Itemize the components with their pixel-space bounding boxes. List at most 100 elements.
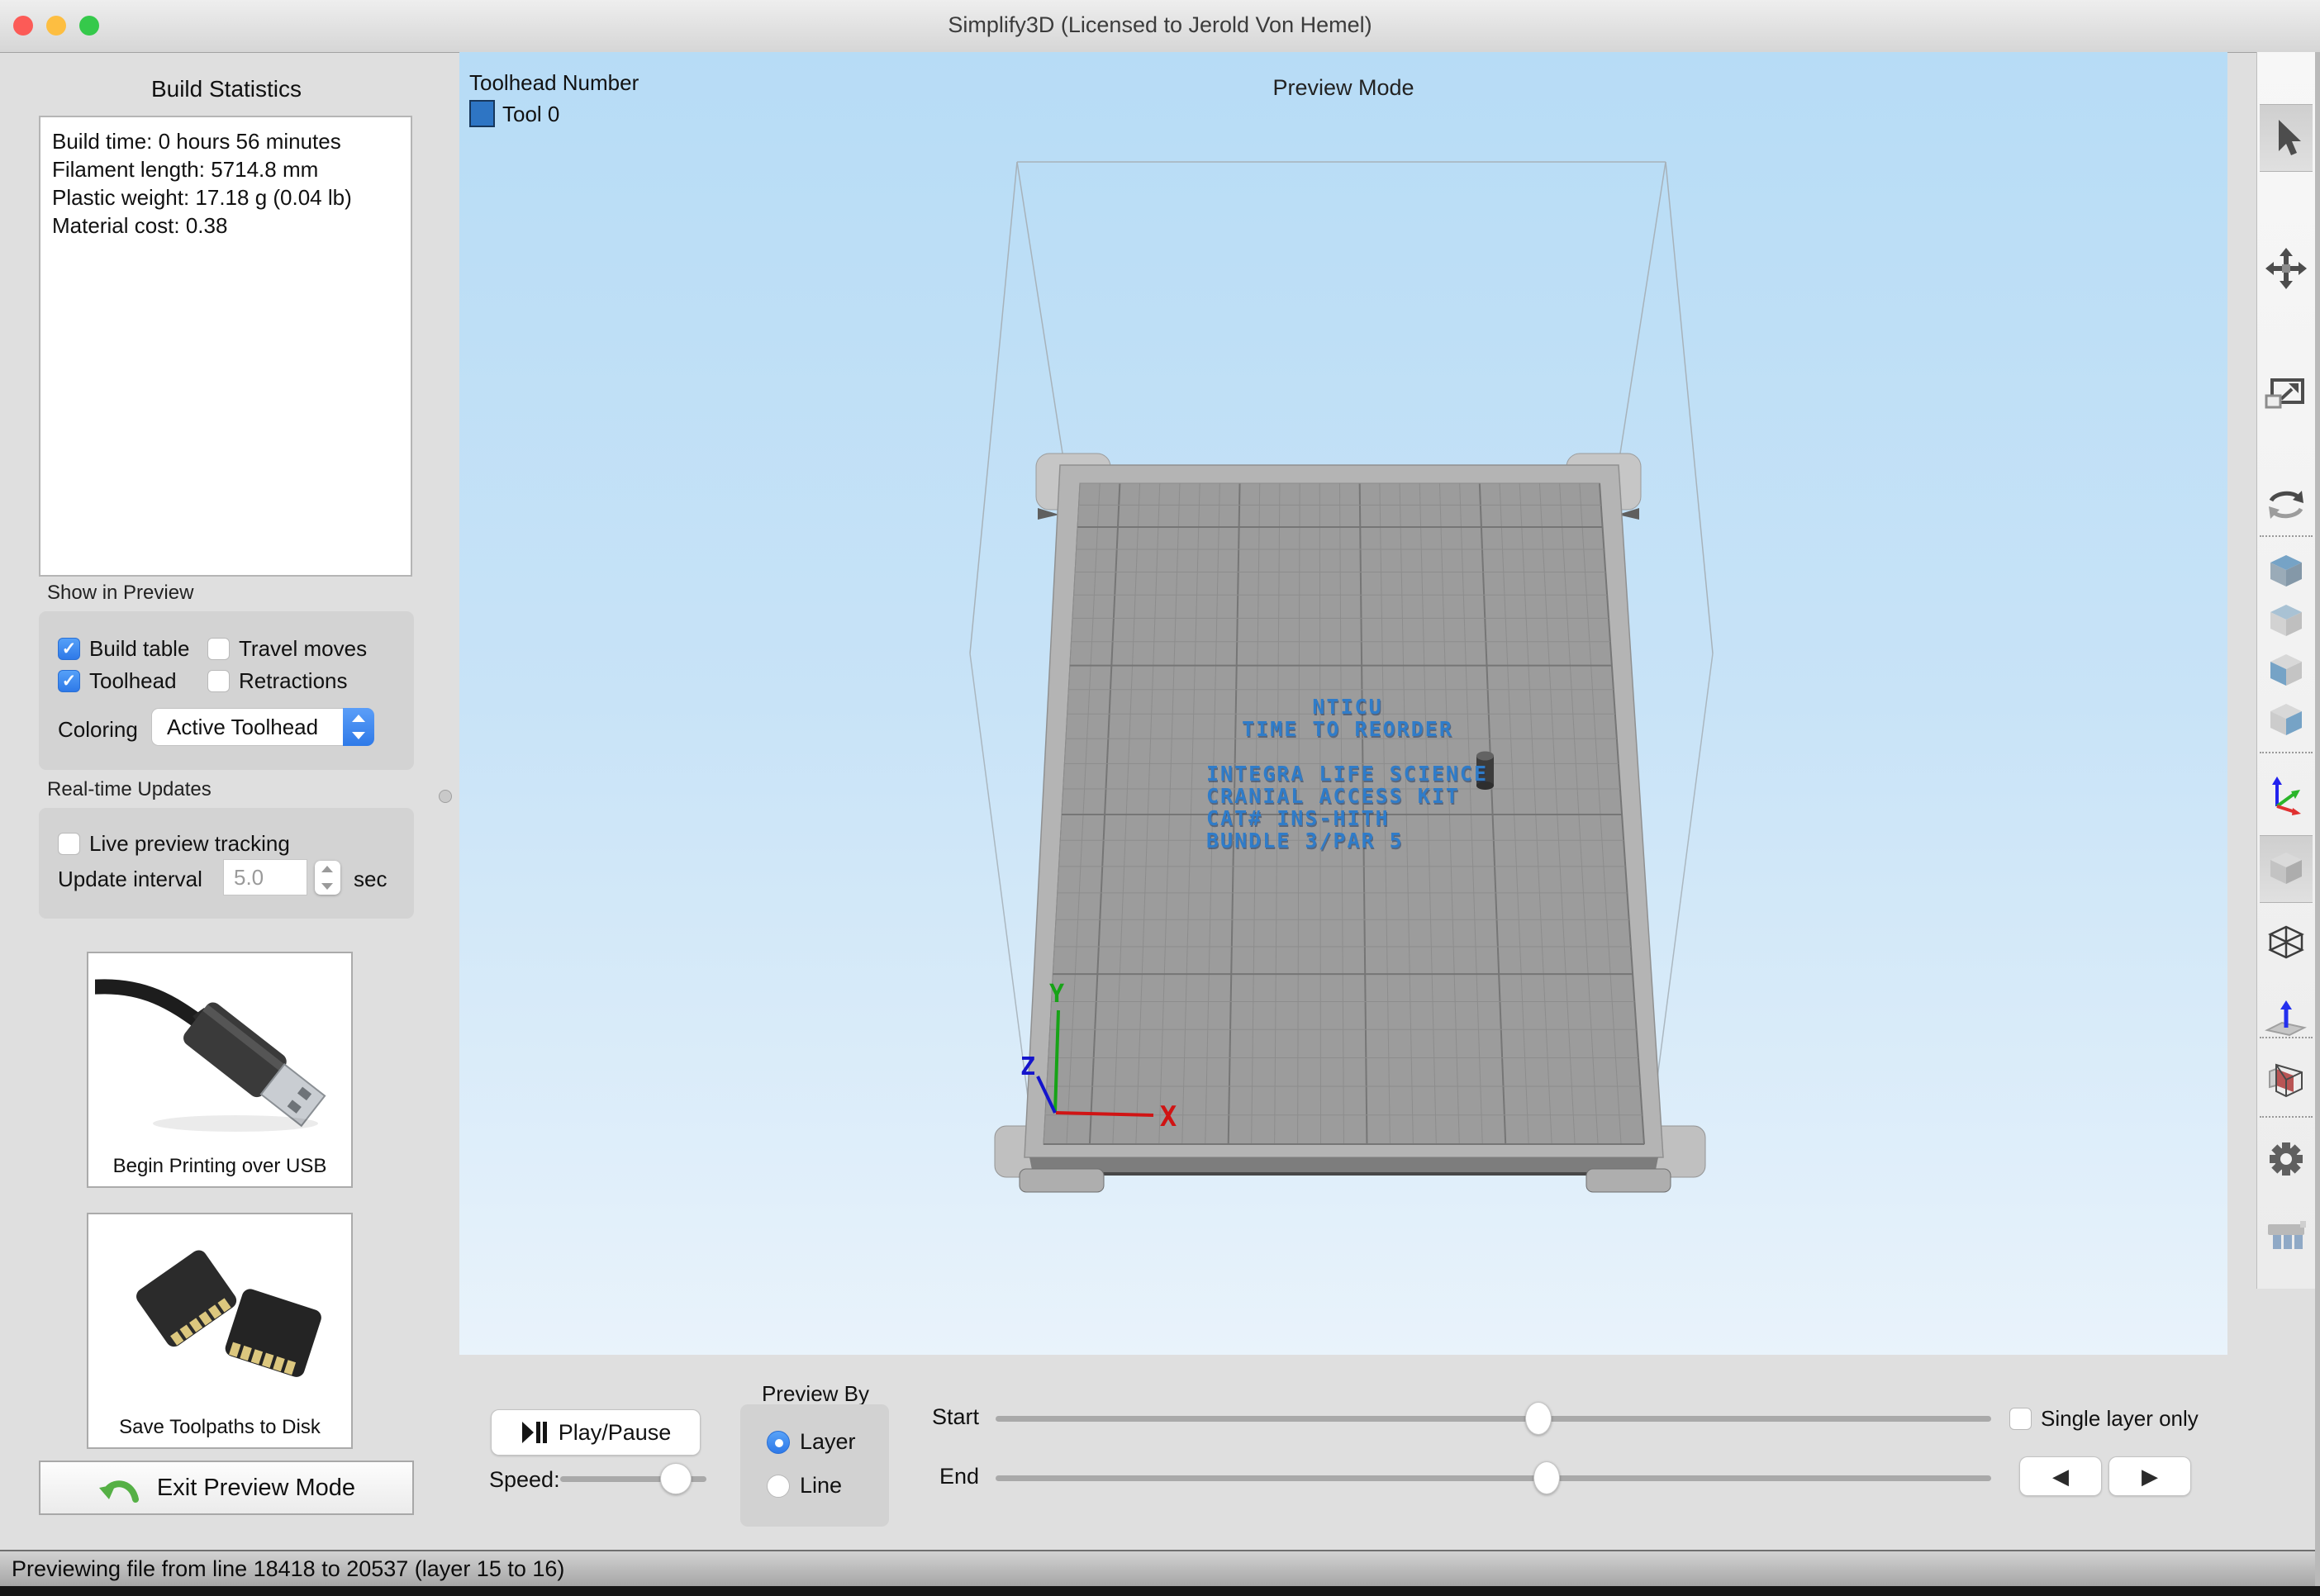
tool0-color-swatch — [469, 100, 495, 127]
scale-tool-button[interactable] — [2260, 359, 2313, 425]
checkbox-label: Build table — [89, 636, 189, 662]
single-layer-only-checkbox[interactable] — [2009, 1408, 2032, 1430]
end-slider-track[interactable] — [996, 1475, 1991, 1481]
status-bar: Previewing file from line 18418 to 20537… — [0, 1550, 2320, 1586]
checkbox-label: Retractions — [239, 668, 348, 694]
checkbox-retractions[interactable] — [207, 670, 230, 692]
toolbar-separator — [2260, 752, 2313, 753]
exit-button-label: Exit Preview Mode — [157, 1475, 355, 1502]
machine-control-icon — [2264, 1213, 2308, 1257]
coloring-dropdown[interactable]: Active Toolhead — [151, 708, 374, 746]
usb-plug-image — [95, 958, 345, 1142]
scale-icon — [2264, 370, 2308, 415]
toolbar-separator — [2260, 1116, 2313, 1118]
cross-section-icon — [2264, 1058, 2308, 1103]
realtime-updates-label: Real-time Updates — [47, 778, 212, 801]
single-layer-only-label: Single layer only — [2041, 1406, 2199, 1432]
live-preview-tracking-checkbox[interactable] — [58, 833, 80, 855]
preview-by-label: Preview By — [742, 1381, 889, 1407]
machine-control-button[interactable] — [2260, 1202, 2313, 1268]
coloring-dropdown-value: Active Toolhead — [167, 715, 318, 739]
stats-line: Build time: 0 hours 56 minutes — [52, 127, 411, 155]
toolbar-separator — [2260, 535, 2313, 537]
surface-normal-icon — [2264, 996, 2308, 1041]
rotate-tool-button[interactable] — [2260, 472, 2313, 538]
svg-text:X: X — [1160, 1100, 1177, 1133]
preview-by-line-radio[interactable] — [767, 1475, 790, 1498]
live-preview-tracking-label: Live preview tracking — [89, 831, 290, 857]
save-toolpaths-to-disk-button[interactable]: Save Toolpaths to Disk — [87, 1213, 353, 1449]
wireframe-view-button[interactable] — [2260, 911, 2313, 977]
start-slider-label: Start — [855, 1404, 979, 1430]
update-interval-label: Update interval — [58, 867, 202, 892]
speed-slider-handle[interactable] — [660, 1463, 692, 1494]
play-pause-button[interactable]: Play/Pause — [491, 1409, 701, 1456]
printed-text-line: CRANIAL ACCESS KIT — [1206, 785, 1489, 807]
stats-line: Filament length: 5714.8 mm — [52, 155, 411, 183]
cursor-tool-button[interactable] — [2260, 104, 2313, 172]
view-cube-top-button[interactable] — [2260, 548, 2313, 596]
settings-button[interactable] — [2260, 1126, 2313, 1192]
move-icon — [2264, 246, 2308, 291]
preview-3d-viewport[interactable]: YXZ Toolhead Number Tool 0 Preview Mode … — [459, 52, 2227, 1355]
show-in-preview-label: Show in Preview — [47, 582, 193, 605]
window-bottom-edge — [0, 1586, 2320, 1596]
cursor-icon — [2264, 116, 2308, 160]
build-statistics-box: Build time: 0 hours 56 minutesFilament l… — [39, 116, 412, 577]
move-tool-button[interactable] — [2260, 235, 2313, 302]
cube-right-view-icon — [2264, 699, 2308, 742]
update-interval-unit-label: sec — [354, 867, 387, 892]
view-cube-right-button[interactable] — [2260, 696, 2313, 744]
printed-text-line: TIME TO REORDER — [1206, 718, 1489, 740]
status-text: Previewing file from line 18418 to 20537… — [12, 1556, 564, 1582]
printed-text-line: INTEGRA LIFE SCIENCE — [1206, 762, 1489, 785]
show-in-preview-checkboxes: ✓Build tableTravel moves✓ToolheadRetract… — [58, 633, 405, 697]
printed-text-line: BUNDLE 3/PAR 5 — [1206, 829, 1489, 852]
update-interval-input[interactable]: 5.0 — [223, 859, 307, 895]
printed-text-preview: NTICUTIME TO REORDERINTEGRA LIFE SCIENCE… — [1206, 696, 1489, 852]
solid-model-view-button[interactable] — [2260, 835, 2313, 903]
begin-printing-over-usb-button[interactable]: Begin Printing over USB — [87, 952, 353, 1188]
wireframe-cube-icon — [2264, 922, 2308, 967]
view-cube-front-button[interactable] — [2260, 597, 2313, 645]
cube-left-view-icon — [2264, 649, 2308, 692]
back-arrow-icon — [97, 1470, 140, 1506]
start-slider-handle[interactable] — [1525, 1402, 1552, 1435]
previous-arrow-icon: ◀ — [2052, 1464, 2069, 1489]
sd-cards-image — [95, 1219, 345, 1403]
end-slider-label: End — [855, 1464, 979, 1489]
view-toolbar — [2256, 52, 2315, 1289]
window-title: Simplify3D (Licensed to Jerold Von Hemel… — [0, 12, 2320, 38]
previous-layer-button[interactable]: ◀ — [2019, 1456, 2102, 1496]
preview-by-layer-radio[interactable] — [767, 1431, 790, 1454]
checkbox-travel-moves[interactable] — [207, 638, 230, 660]
update-interval-stepper[interactable] — [315, 861, 340, 895]
start-slider-track[interactable] — [996, 1416, 1991, 1422]
checkbox-toolhead[interactable]: ✓ — [58, 670, 80, 692]
cube-top-view-icon — [2264, 550, 2308, 593]
printed-text-line — [1206, 740, 1489, 762]
coordinate-axes-button[interactable] — [2260, 762, 2313, 829]
checkbox-build-table[interactable]: ✓ — [58, 638, 80, 660]
tool0-legend-label: Tool 0 — [502, 102, 559, 127]
window-right-edge — [2315, 52, 2320, 1586]
panel-splitter-handle[interactable] — [439, 790, 452, 803]
view-cube-left-button[interactable] — [2260, 647, 2313, 695]
xyz-axes-icon — [2264, 773, 2308, 818]
speed-label: Speed: — [489, 1467, 560, 1493]
layer-normal-button[interactable] — [2260, 986, 2313, 1052]
solid-cube-icon — [2264, 848, 2308, 891]
gear-icon — [2264, 1137, 2308, 1181]
disk-button-label: Save Toolpaths to Disk — [88, 1416, 351, 1439]
play-pause-icon — [521, 1420, 547, 1445]
svg-text:Y: Y — [1049, 980, 1064, 1009]
next-arrow-icon: ▶ — [2142, 1464, 2158, 1489]
stats-line: Material cost: 0.38 — [52, 211, 411, 240]
end-slider-handle[interactable] — [1533, 1461, 1560, 1494]
svg-text:Z: Z — [1020, 1052, 1035, 1081]
next-layer-button[interactable]: ▶ — [2108, 1456, 2191, 1496]
preview-mode-title: Preview Mode — [459, 75, 2227, 101]
exit-preview-mode-button[interactable]: Exit Preview Mode — [39, 1461, 414, 1515]
cross-section-button[interactable] — [2260, 1047, 2313, 1114]
usb-button-label: Begin Printing over USB — [88, 1155, 351, 1178]
